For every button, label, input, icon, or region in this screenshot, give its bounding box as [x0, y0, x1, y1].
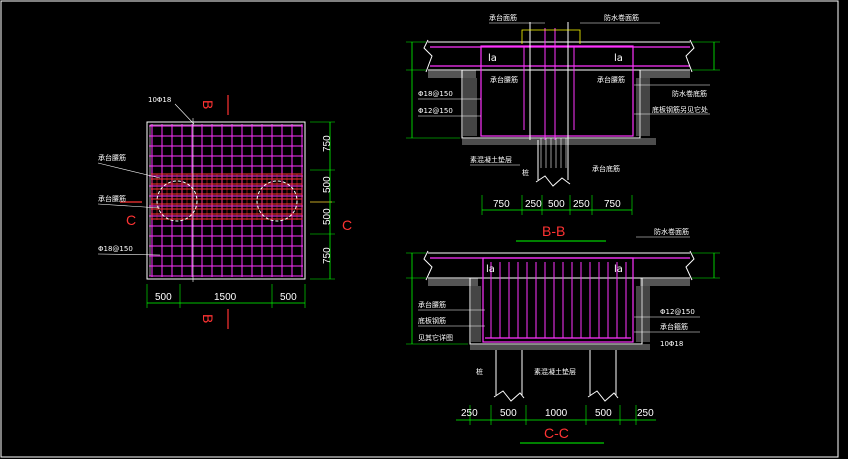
bb-label-bottom-right: 承台底筋	[592, 164, 620, 173]
bb-dim-1: 750	[493, 199, 510, 210]
leader	[174, 103, 195, 125]
plan-label-2: 承台腰筋	[98, 194, 126, 203]
break-mark	[685, 250, 695, 281]
cc-label-r3: 10Φ18	[660, 340, 683, 348]
cc-label-r1: Φ12@150	[660, 308, 695, 316]
plan-dim-bottom-1: 500	[155, 292, 172, 303]
cc-title: C-C	[544, 425, 569, 441]
bb-title: B-B	[542, 223, 565, 239]
pile-break	[535, 175, 571, 187]
bb-label-top-left: 承台面筋	[489, 13, 517, 22]
plan-dim-right-1: 750	[322, 135, 333, 152]
bb-label-top-right: 防水卷面筋	[604, 13, 639, 22]
bb-la-right: la	[614, 53, 623, 64]
cc-stirrup-set	[490, 262, 627, 338]
plan-dim-bottom-3: 500	[280, 292, 297, 303]
bb-label-right-1: 承台腰筋	[597, 75, 625, 84]
cc-label-top-right: 防水卷面筋	[654, 227, 689, 236]
plan-label-top: 10Φ18	[148, 96, 171, 104]
break-mark	[423, 250, 433, 281]
bb-label-pile: 桩	[522, 168, 529, 177]
plan-label-3: Φ18@150	[98, 245, 133, 253]
bb-dim-4: 250	[573, 199, 590, 210]
bb-label-right-3: 底板钢筋另见它处	[652, 105, 708, 114]
cut-label-b-bottom: B	[200, 314, 216, 323]
bb-label-bottom-left: 素混凝土垫层	[470, 155, 512, 164]
cc-dim-1: 250	[461, 408, 478, 419]
plan-view: B B C C 10Φ18 承台腰筋 承台腰筋 Φ18@150 500 1500…	[97, 95, 352, 329]
pile-cap-inner-outline	[149, 124, 303, 277]
cap-rebar-cage	[480, 45, 634, 137]
break-mark	[423, 39, 433, 73]
cushion-layer	[462, 138, 656, 145]
bb-label-right-2: 防水卷底筋	[672, 89, 707, 98]
cushion-layer	[470, 344, 650, 350]
plan-dim-right-3: 500	[322, 208, 333, 225]
leader	[97, 253, 161, 256]
plan-dim-bottom-2: 1500	[214, 292, 237, 303]
cap-hatch-left	[471, 286, 481, 342]
cap-rebar-cage	[482, 257, 634, 343]
cc-dim-3: 1000	[545, 408, 568, 419]
section-c-c: 防水卷面筋 la la 承台腰筋 底板钢筋 见其它详图 Φ12@150 承台箍筋…	[406, 227, 720, 444]
cut-label-c-left: C	[126, 212, 136, 228]
plan-dim-right-2: 500	[322, 176, 333, 193]
leader	[97, 162, 161, 179]
cc-label-r2: 承台箍筋	[660, 322, 688, 331]
cc-dim-4: 500	[595, 408, 612, 419]
pile-break	[587, 390, 619, 402]
pile-cap-section	[469, 277, 643, 345]
cc-label-l3: 见其它详图	[418, 333, 453, 342]
cap-hatch-right	[636, 78, 650, 136]
cc-label-l2: 底板钢筋	[418, 316, 446, 325]
drawing-frame	[0, 0, 839, 458]
hatch-left	[428, 70, 476, 78]
cut-label-c-right: C	[342, 217, 352, 233]
cc-dim-5: 250	[637, 408, 654, 419]
hatch-right	[640, 278, 690, 286]
section-b-b: 承台面筋 防水卷面筋 la la Φ18@150 Φ12@150 承台腰筋 承台…	[406, 13, 720, 242]
cc-dim-2: 500	[500, 408, 517, 419]
cap-hatch-left	[463, 78, 477, 136]
break-mark	[685, 39, 695, 73]
hatch-right	[640, 70, 690, 78]
cc-label-l1: 承台腰筋	[418, 300, 446, 309]
cut-label-b-top: B	[200, 100, 216, 109]
bb-label-l1: Φ18@150	[418, 90, 453, 98]
cad-drawing-canvas: B B C C 10Φ18 承台腰筋 承台腰筋 Φ18@150 500 1500…	[0, 0, 839, 458]
bb-dim-5: 750	[604, 199, 621, 210]
plan-dim-right-4: 750	[322, 247, 333, 264]
plan-label-1: 承台腰筋	[98, 153, 126, 162]
cc-label-pile: 桩	[476, 367, 483, 376]
cap-hatch-right	[636, 286, 650, 342]
bb-la-left: la	[488, 53, 497, 64]
cc-la-left: la	[486, 264, 495, 275]
bb-dim-2: 250	[525, 199, 542, 210]
cc-label-cushion: 素混凝土垫层	[534, 367, 576, 376]
bb-label-l2: Φ12@150	[418, 107, 453, 115]
pile-break	[493, 390, 525, 402]
cc-la-right: la	[614, 264, 623, 275]
bb-dim-3: 500	[548, 199, 565, 210]
bb-label-center: 承台腰筋	[490, 75, 518, 84]
